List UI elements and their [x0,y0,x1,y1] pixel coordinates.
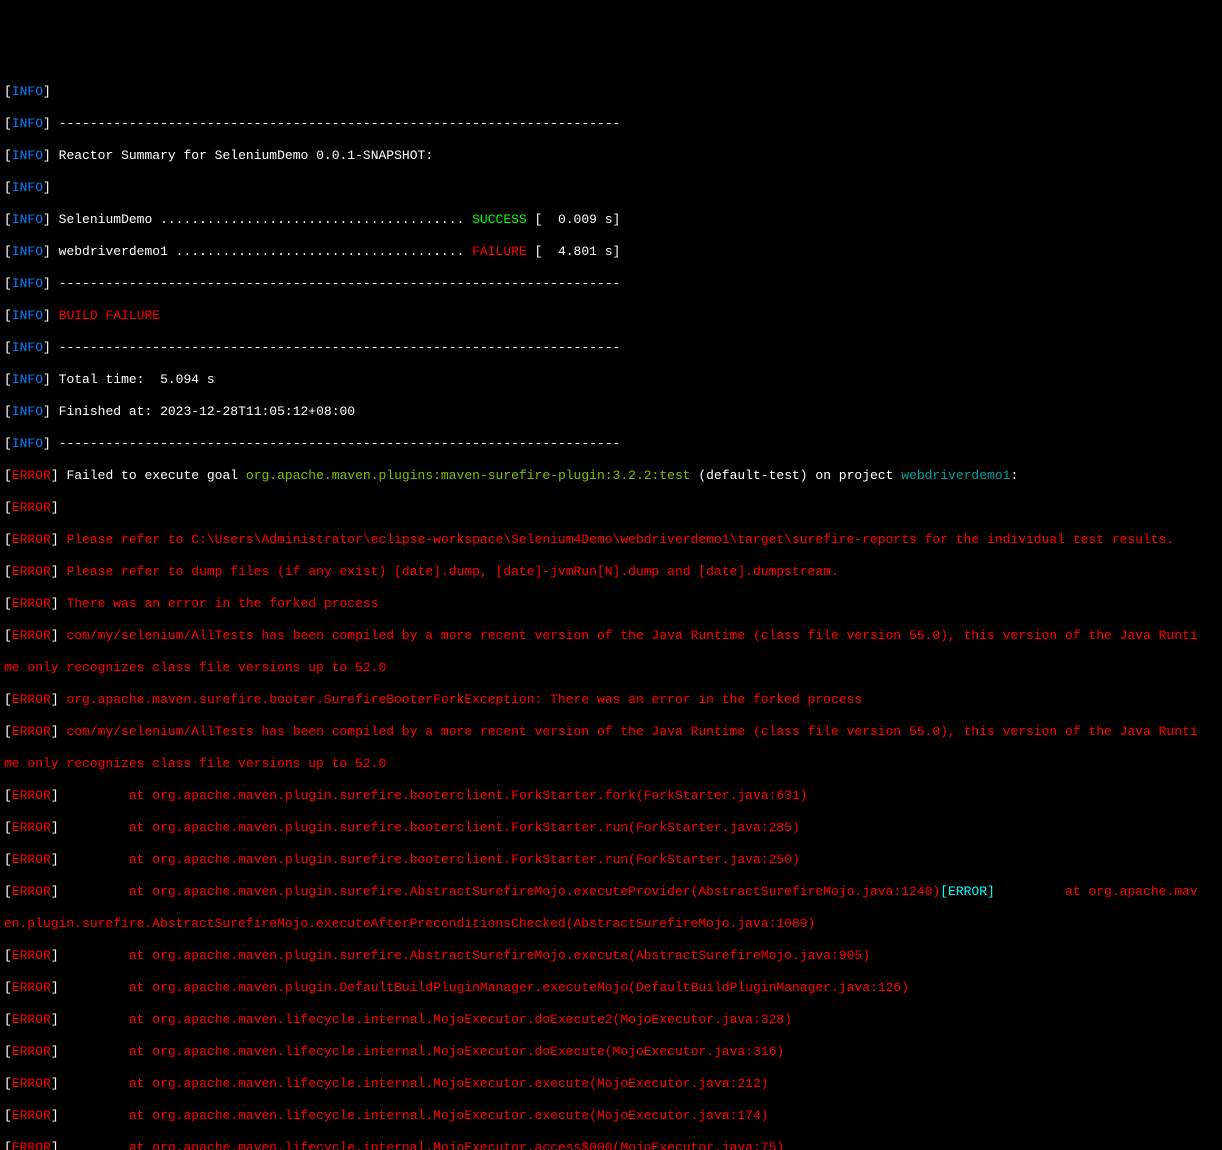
log-line: [INFO] ---------------------------------… [4,116,1218,132]
log-line-error: me only recognizes class file versions u… [4,756,1218,772]
log-line-error: [ERROR] org.apache.maven.surefire.booter… [4,692,1218,708]
log-line: [INFO] ---------------------------------… [4,276,1218,292]
log-line: [INFO] ---------------------------------… [4,436,1218,452]
log-line-error: [ERROR] com/my/selenium/AllTests has bee… [4,628,1218,644]
log-line-stacktrace: [ERROR] at org.apache.maven.lifecycle.in… [4,1076,1218,1092]
log-line: [INFO] [4,84,1218,100]
log-line: [INFO] Finished at: 2023-12-28T11:05:12+… [4,404,1218,420]
log-line-stacktrace: [ERROR] at org.apache.maven.lifecycle.in… [4,1140,1218,1150]
log-line-error-goal: [ERROR] Failed to execute goal org.apach… [4,468,1218,484]
log-line-stacktrace: [ERROR] at org.apache.maven.lifecycle.in… [4,1108,1218,1124]
log-line-stacktrace: [ERROR] at org.apache.maven.lifecycle.in… [4,1044,1218,1060]
log-line-stacktrace: [ERROR] at org.apache.maven.plugin.suref… [4,788,1218,804]
log-line-stacktrace: en.plugin.surefire.AbstractSurefireMojo.… [4,916,1218,932]
log-line-error: me only recognizes class file versions u… [4,660,1218,676]
log-line: [INFO] [4,180,1218,196]
log-line-stacktrace: [ERROR] at org.apache.maven.plugin.suref… [4,820,1218,836]
log-line-error: [ERROR] Please refer to C:\Users\Adminis… [4,532,1218,548]
log-line-stacktrace: [ERROR] at org.apache.maven.plugin.suref… [4,852,1218,868]
log-line-error: [ERROR] Please refer to dump files (if a… [4,564,1218,580]
log-line-stacktrace: [ERROR] at org.apache.maven.plugin.suref… [4,948,1218,964]
log-line-error: [ERROR] [4,500,1218,516]
log-line-stacktrace: [ERROR] at org.apache.maven.plugin.suref… [4,884,1218,900]
log-line-module-success: [INFO] SeleniumDemo ....................… [4,212,1218,228]
log-line-error: [ERROR] com/my/selenium/AllTests has bee… [4,724,1218,740]
log-line-error: [ERROR] There was an error in the forked… [4,596,1218,612]
log-line-build-failure: [INFO] BUILD FAILURE [4,308,1218,324]
log-line-module-failure: [INFO] webdriverdemo1 ..................… [4,244,1218,260]
log-line-stacktrace: [ERROR] at org.apache.maven.plugin.Defau… [4,980,1218,996]
console-output: [INFO] [INFO] --------------------------… [4,68,1218,1150]
log-line: [INFO] Total time: 5.094 s [4,372,1218,388]
log-line-stacktrace: [ERROR] at org.apache.maven.lifecycle.in… [4,1012,1218,1028]
log-line: [INFO] Reactor Summary for SeleniumDemo … [4,148,1218,164]
log-line: [INFO] ---------------------------------… [4,340,1218,356]
